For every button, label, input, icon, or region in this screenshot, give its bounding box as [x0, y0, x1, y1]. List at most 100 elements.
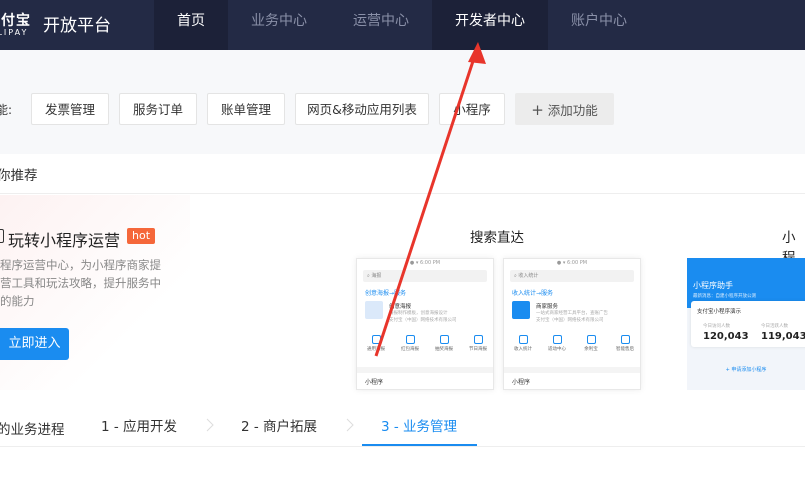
- grid-label: 适动中心: [548, 347, 566, 352]
- enter-now-button[interactable]: 立即进入: [0, 328, 69, 360]
- grid-cell: 通用海报: [359, 335, 393, 352]
- stat-value: 119,043: [761, 331, 805, 342]
- nav-operations[interactable]: 运营中心: [330, 0, 432, 50]
- chip-label: 账单管理: [220, 102, 271, 117]
- stat-value: 120,043: [703, 331, 749, 342]
- assistant-title: 小程序助手: [693, 281, 733, 290]
- divider: [0, 446, 805, 447]
- phone-search-text: 海报: [371, 273, 382, 279]
- logo-text: 支付宝: [0, 13, 31, 29]
- chip-app-list[interactable]: 网页&移动应用列表: [295, 93, 429, 125]
- grid-label: 抽奖海报: [435, 347, 453, 352]
- grid-cell: 收入统计: [506, 335, 540, 352]
- phone-mockup-poster[interactable]: ● ▾ 6:00 PM ⌕ 海报 取消 创意海报→服务 创意海报 海报制作模板，…: [356, 258, 494, 390]
- holiday-icon: [473, 335, 483, 344]
- wallet-icon: [586, 335, 596, 344]
- result-desc: 海报制作模板，创意海报设计: [389, 311, 448, 316]
- nav-business[interactable]: 业务中心: [228, 0, 330, 50]
- grid-cell: 红包海报: [393, 335, 427, 352]
- status-bar: ● ▾ 6:00 PM: [409, 260, 441, 266]
- chart-icon: [518, 335, 528, 344]
- nav-account-label: 账户中心: [571, 13, 627, 29]
- phone-footer: 小程序: [504, 367, 640, 389]
- chip-bills[interactable]: 账单管理: [207, 93, 285, 125]
- result-thumbnail: [365, 301, 383, 319]
- promo-card-title: 玩转小程序运营: [8, 231, 121, 250]
- nav-developer[interactable]: 开发者中心: [432, 0, 548, 50]
- app-name: 支付宝小程序演示: [697, 309, 742, 315]
- result-meta: 支付宝（中国）网络技术有限公司: [389, 318, 457, 323]
- add-function-button[interactable]: + 添加功能: [515, 93, 614, 125]
- phone-mockup-assistant[interactable]: 小程序助手 最新消息：自建小程序开放公测 支付宝小程序演示 今日访问人数 120…: [687, 258, 805, 390]
- grid-cell: 智能售后: [608, 335, 640, 352]
- nav-business-label: 业务中心: [251, 13, 307, 29]
- search-direct-title: 搜索直达: [470, 230, 524, 246]
- mini-program-icon: [0, 229, 4, 243]
- promo-card-description: 程序运营中心，为小程序商家提营工具和玩法攻略，提升服务中的能力: [0, 258, 161, 308]
- chevron-right-icon: [346, 418, 354, 432]
- poster-icon: [371, 335, 381, 344]
- stat-label: 今日访问人数: [703, 324, 730, 329]
- chip-label: 小程序: [453, 102, 491, 117]
- status-bar: ● ▾ 6:00 PM: [556, 260, 588, 266]
- phone-search-text: 收入统计: [518, 273, 539, 279]
- phone-result-item: 商家服务 一站式商家经营工具平台，查账广告 支付宝（中国）网络技术有限公司: [512, 301, 632, 325]
- quick-functions-label: 能:: [0, 103, 13, 117]
- activity-icon: [552, 335, 562, 344]
- tab-merchant-expansion[interactable]: 2 - 商户拓展: [241, 415, 317, 435]
- stat-label: 今日活跃人数: [761, 324, 788, 329]
- stats-card: 支付宝小程序演示 今日访问人数 120,043 今日活跃人数 119,043: [691, 301, 805, 347]
- service-icon: [620, 335, 630, 344]
- recommend-title: 你推荐: [0, 168, 38, 184]
- grid-cell: 余利宝: [574, 335, 608, 352]
- nav-operations-label: 运营中心: [353, 13, 409, 29]
- result-title: 创意海报: [389, 304, 412, 310]
- divider: [0, 193, 805, 194]
- grid-label: 红包海报: [401, 347, 419, 352]
- phone-heading: 收入统计→服务: [512, 290, 554, 297]
- chip-label: 服务订单: [132, 102, 183, 117]
- result-thumbnail: [512, 301, 530, 319]
- result-title: 商家服务: [536, 304, 559, 310]
- tab-app-development[interactable]: 1 - 应用开发: [101, 415, 177, 435]
- logo-subtext: ALIPAY: [0, 28, 29, 37]
- add-function-label: 添加功能: [547, 103, 598, 118]
- hot-badge: hot: [127, 228, 156, 244]
- grid-cell: 适动中心: [540, 335, 574, 352]
- add-mini-program-link: + 申请添加小程序: [725, 367, 767, 373]
- phone-function-grid: 收入统计 适动中心 余利宝 智能售后: [504, 335, 640, 361]
- chip-service-orders[interactable]: 服务订单: [119, 93, 197, 125]
- grid-label: 收入统计: [514, 347, 532, 352]
- phone-footer: 小程序: [357, 367, 493, 389]
- grid-label: 余利宝: [584, 347, 598, 352]
- chevron-right-icon: [206, 418, 214, 432]
- lottery-icon: [439, 335, 449, 344]
- grid-label: 智能售后: [616, 347, 634, 352]
- red-packet-icon: [405, 335, 415, 344]
- grid-label: 通用海报: [367, 347, 385, 352]
- nav-home[interactable]: 首页: [154, 0, 228, 50]
- grid-cell: 抽奖海报: [427, 335, 461, 352]
- nav-account[interactable]: 账户中心: [548, 0, 650, 50]
- phone-search-box: ⌕ 收入统计 取消: [510, 270, 634, 282]
- phone-heading: 创意海报→服务: [365, 290, 407, 297]
- grid-label: 节日海报: [469, 347, 487, 352]
- assistant-subtitle: 最新消息：自建小程序开放公测: [693, 294, 756, 299]
- chip-mini-program[interactable]: 小程序: [439, 93, 505, 125]
- result-meta: 支付宝（中国）网络技术有限公司: [536, 318, 604, 323]
- chip-label: 发票管理: [44, 102, 95, 117]
- nav-developer-label: 开发者中心: [455, 13, 525, 29]
- phone-search-box: ⌕ 海报 取消: [363, 270, 487, 282]
- chip-invoice[interactable]: 发票管理: [31, 93, 109, 125]
- platform-title: 开放平台: [43, 16, 111, 36]
- plus-icon: +: [531, 101, 544, 119]
- result-desc: 一站式商家经营工具平台，查账广告: [536, 311, 608, 316]
- phone-result-item: 创意海报 海报制作模板，创意海报设计 支付宝（中国）网络技术有限公司: [365, 301, 485, 325]
- chip-label: 网页&移动应用列表: [307, 102, 417, 117]
- grid-cell: 节日海报: [461, 335, 493, 352]
- phone-mockup-income[interactable]: ● ▾ 6:00 PM ⌕ 收入统计 取消 收入统计→服务 商家服务 一站式商家…: [503, 258, 641, 390]
- top-navbar: 支付宝 ALIPAY 开放平台 首页 业务中心 运营中心 开发者中心 账户中心: [0, 0, 805, 50]
- phone-function-grid: 通用海报 红包海报 抽奖海报 节日海报: [357, 335, 493, 361]
- progress-label: 的业务进程: [0, 422, 65, 438]
- tab-business-management[interactable]: 3 - 业务管理: [381, 415, 457, 435]
